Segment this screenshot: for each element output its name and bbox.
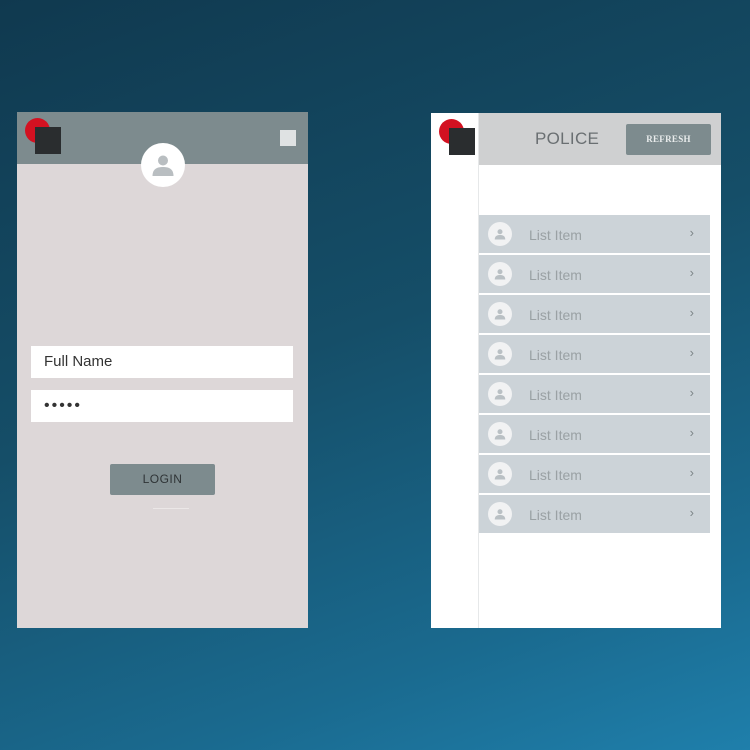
person-icon [488,502,512,526]
list-item-label: List Item [529,307,582,323]
chevron-right-icon: › [689,385,694,400]
list-screen: POLICE REFRESH List Item › List Item › List … [431,113,721,628]
chevron-right-icon: › [689,265,694,280]
app-logo [25,114,65,156]
person-icon [488,422,512,446]
list-item-label: List Item [529,427,582,443]
menu-square-icon[interactable] [280,130,296,146]
person-icon [488,222,512,246]
refresh-button[interactable]: REFRESH [626,124,711,155]
logo-black-square [35,127,61,154]
list-item[interactable]: List Item › [479,255,710,293]
list-header: POLICE REFRESH [479,113,721,165]
full-name-field[interactable]: Full Name [31,346,293,378]
person-icon [488,462,512,486]
list-item-label: List Item [529,267,582,283]
page-title: POLICE [535,129,600,148]
list-item-label: List Item [529,467,582,483]
list-item-label: List Item [529,347,582,363]
list-item[interactable]: List Item › [479,295,710,333]
list-item-label: List Item [529,507,582,523]
chevron-right-icon: › [689,505,694,520]
person-icon [488,302,512,326]
chevron-right-icon: › [689,345,694,360]
list-item-label: List Item [529,387,582,403]
password-field[interactable]: ••••• [31,390,293,422]
app-logo [439,115,479,157]
list-item-label: List Item [529,227,582,243]
chevron-right-icon: › [689,305,694,320]
logo-black-square [449,128,475,155]
person-icon [488,382,512,406]
list-item[interactable]: List Item › [479,215,710,253]
person-icon [488,342,512,366]
person-icon [488,262,512,286]
list-item[interactable]: List Item › [479,455,710,493]
chevron-right-icon: › [689,225,694,240]
login-screen: Full Name ••••• LOGIN [17,112,308,628]
list-item[interactable]: List Item › [479,495,710,533]
chevron-right-icon: › [689,425,694,440]
item-list: List Item › List Item › List Item › List Item ›… [479,215,710,535]
chevron-right-icon: › [689,465,694,480]
list-item[interactable]: List Item › [479,415,710,453]
button-shadow [153,508,189,509]
list-item[interactable]: List Item › [479,335,710,373]
list-item[interactable]: List Item › [479,375,710,413]
login-button[interactable]: LOGIN [110,464,215,495]
profile-avatar-icon [141,143,185,187]
